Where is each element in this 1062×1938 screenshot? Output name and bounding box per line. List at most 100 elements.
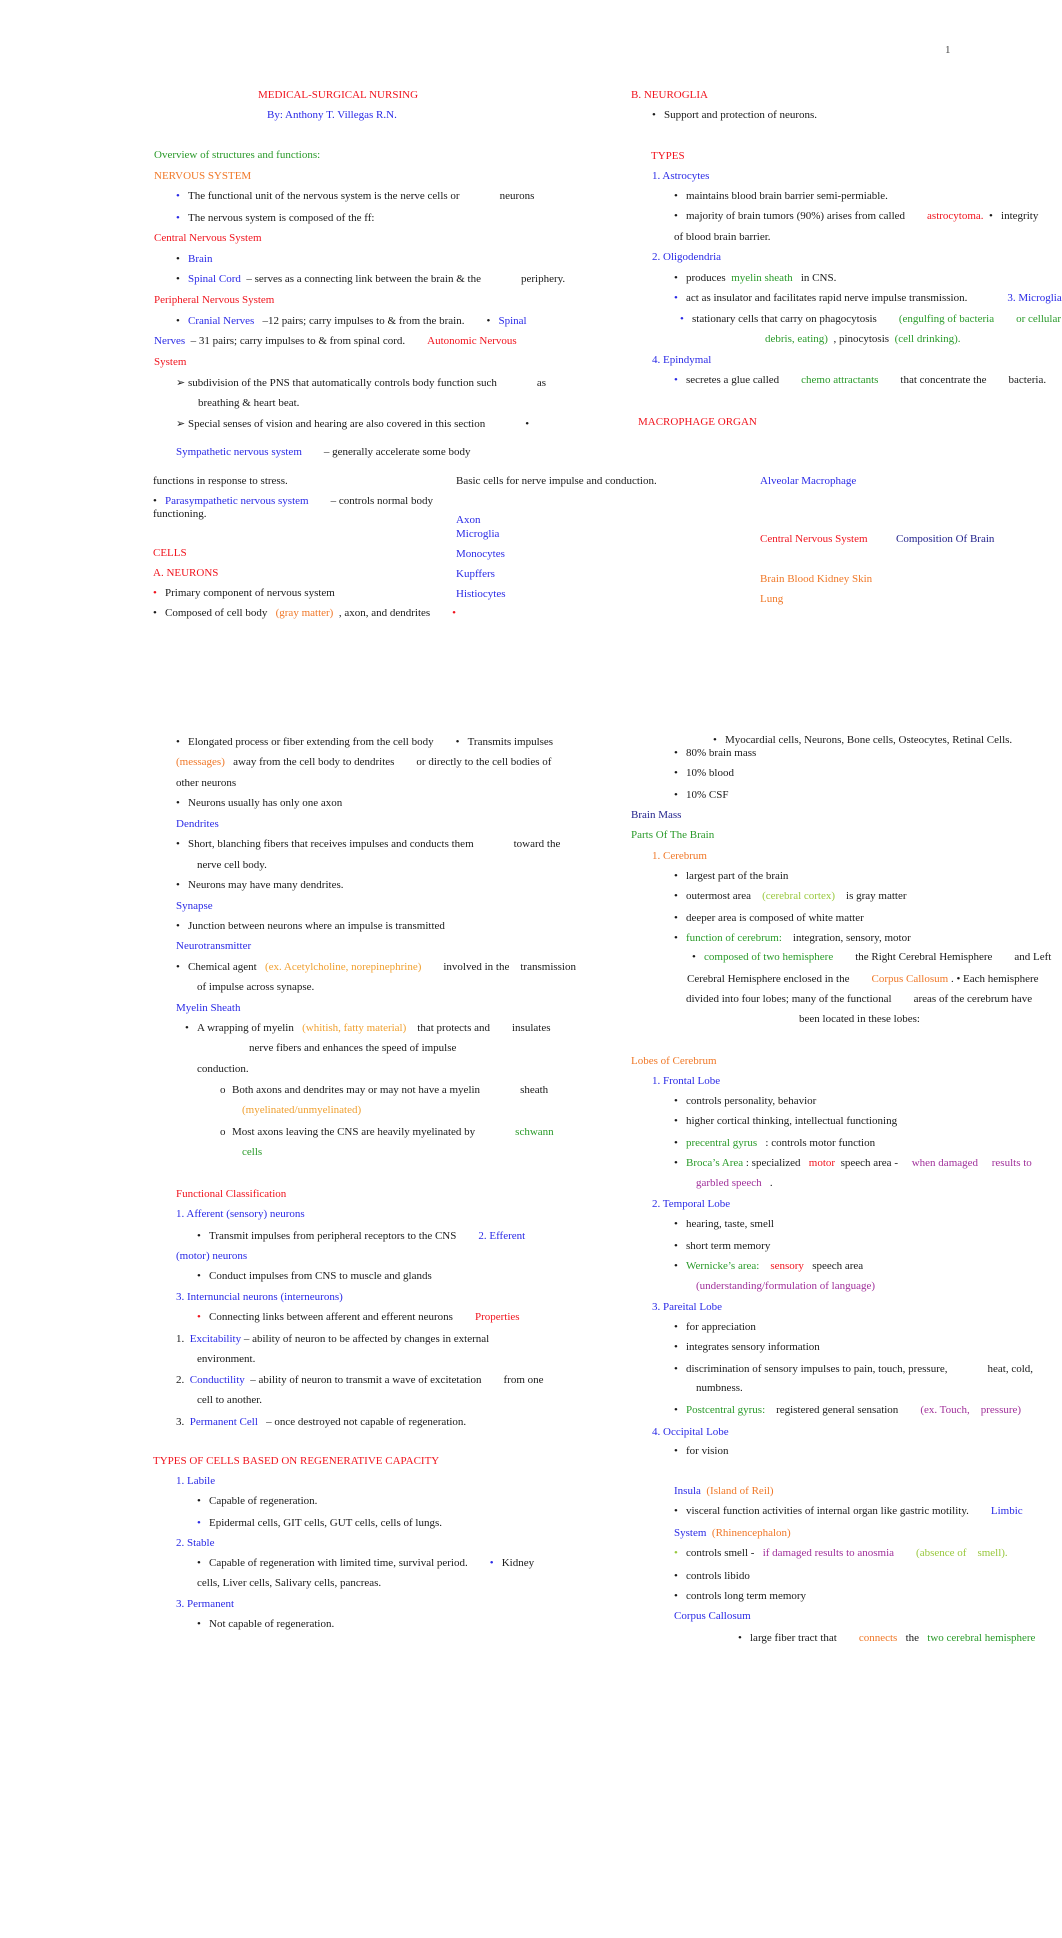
list-item: • controls libido [674, 1570, 750, 1582]
bullet-icon: • [674, 272, 678, 284]
list-item: • function of cerebrum: integration, sens… [674, 932, 911, 944]
bullet-icon: • [692, 951, 696, 963]
document-author: By: Anthony T. Villegas R.N. [267, 109, 397, 121]
astrocytes-heading: 1. Astrocytes [652, 170, 710, 182]
list-item: • Chemical agent (ex. Acetylcholine, nore… [176, 961, 576, 973]
list-item: • large fiber tract that connects the two … [738, 1632, 1036, 1644]
bullet-icon: • [674, 1590, 678, 1602]
list-item: • outermost area (cerebral cortex) is gra… [674, 890, 907, 902]
monocytes-label: Monocytes [456, 548, 505, 560]
list-item: • deeper area is composed of white matter [674, 912, 864, 924]
organs-label: Brain Blood Kidney Skin [760, 573, 873, 585]
sub-list-item: o Most axons leaving the CNS are heavily … [220, 1126, 554, 1138]
lobes-heading: Lobes of Cerebrum [631, 1055, 717, 1067]
list-item: • 10% blood [674, 767, 734, 779]
overview-heading: Overview of structures and functions: [154, 149, 321, 161]
limbic-system-heading: System (Rhinencephalon) [674, 1527, 791, 1539]
regenerative-capacity-heading: TYPES OF CELLS BASED ON REGENERATIVE CAP… [153, 1455, 440, 1467]
list-item: • for appreciation [674, 1321, 756, 1333]
list-item: • Short, blanching fibers that receives i… [176, 838, 561, 850]
list-item: ➢ subdivision of the PNS that automatical… [176, 377, 547, 389]
afferent-heading: 1. Afferent (sensory) neurons [176, 1208, 305, 1220]
list-item: • The nervous system is composed of the f… [176, 212, 375, 224]
bullet-icon: • [674, 1570, 678, 1582]
bullet-icon: • [176, 961, 180, 973]
bullet-icon: • [176, 212, 180, 224]
dendrites-heading: Dendrites [176, 818, 219, 830]
bullet-icon: • [153, 607, 157, 619]
list-item-continued: divided into four lobes; many of the fun… [686, 993, 1033, 1005]
insula-heading: Insula (Island of Reil) [674, 1485, 774, 1497]
list-item: • Support and protection of neurons. [652, 109, 818, 121]
bullet-icon: • [674, 190, 678, 202]
list-item: • integrates sensory information [674, 1341, 820, 1353]
list-item: • controls long term memory [674, 1590, 807, 1602]
bullet-icon: • [674, 747, 678, 759]
list-item: • Conduct impulses from CNS to muscle and… [197, 1270, 432, 1282]
sub-list-item: o Both axons and dendrites may or may not… [220, 1084, 549, 1096]
microglia-label: Microglia [456, 528, 500, 540]
arrow-bullet-icon: ➢ [176, 418, 186, 430]
list-item: • Broca’s Area : specialized motor speech… [674, 1157, 1032, 1169]
circle-bullet-icon: o [220, 1126, 226, 1138]
bullet-icon: • [176, 315, 180, 327]
parietal-lobe-heading: 3. Pareital Lobe [652, 1301, 722, 1313]
list-item-continued: Cerebral Hemisphere enclosed in the Corpu… [687, 973, 1039, 985]
list-item: • Spinal Cord – serves as a connecting li… [176, 273, 566, 285]
bullet-icon: • [197, 1517, 201, 1529]
types-heading: TYPES [651, 150, 685, 162]
bullet-icon: • [674, 1363, 678, 1375]
list-item-continued: conduction. [197, 1063, 249, 1075]
numbered-item: 1. Excitability – ability of neuron to b… [176, 1333, 490, 1345]
myelin-sheath-heading: Myelin Sheath [176, 1002, 241, 1014]
bullet-icon: • [197, 1495, 201, 1507]
list-item-continued: garbled speech . [696, 1177, 773, 1189]
bullet-icon: • [674, 912, 678, 924]
list-item: Nerves – 31 pairs; carry impulses to & f… [154, 335, 517, 347]
bullet-icon: • [674, 1115, 678, 1127]
circle-bullet-icon: o [220, 1084, 226, 1096]
bullet-icon: • [674, 1321, 678, 1333]
cns-label: Central Nervous System [760, 533, 868, 545]
bullet-icon: • [674, 1157, 678, 1169]
list-item: • secretes a glue called chemo attractants… [674, 374, 1047, 386]
bullet-icon: • [197, 1618, 201, 1630]
list-item: • controls smell - if damaged results to … [674, 1547, 1008, 1559]
bullet-icon: • [652, 109, 656, 121]
list-item: • Not capable of regeneration. [197, 1618, 335, 1630]
list-item-continued: been located in these lobes: [799, 1013, 920, 1025]
list-item: • The functional unit of the nervous syst… [176, 190, 535, 202]
pns-heading: Peripheral Nervous System [154, 294, 275, 306]
list-item-continued: nerve fibers and enhances the speed of i… [249, 1042, 457, 1054]
bullet-icon: • [674, 374, 678, 386]
list-item-continued: other neurons [176, 777, 237, 789]
list-item: • Elongated process or fiber extending fr… [176, 736, 554, 748]
list-item: • stationary cells that carry on phagocyt… [680, 313, 1062, 325]
list-item: • discrimination of sensory impulses to p… [674, 1363, 1034, 1375]
list-item: • Capable of regeneration with limited ti… [197, 1557, 535, 1569]
alveolar-macrophage-label: Alveolar Macrophage [760, 475, 857, 487]
list-item-continued: (messages) away from the cell body to de… [176, 756, 552, 768]
list-item: • Neurons usually has only one axon [176, 797, 343, 809]
bullet-icon: • [674, 890, 678, 902]
bullet-icon: • [197, 1557, 201, 1569]
cerebrum-heading: 1. Cerebrum [652, 850, 707, 862]
list-item: • largest part of the brain [674, 870, 789, 882]
bullet-icon: • [176, 253, 180, 265]
bullet-icon: • [674, 932, 678, 944]
list-item-continued: numbness. [696, 1382, 743, 1394]
list-item: • act as insulator and facilitates rapid … [674, 292, 1062, 304]
ans-heading: System [154, 356, 187, 368]
list-item-continued: (understanding/formulation of language) [696, 1280, 876, 1292]
list-item: • composed of two hemisphere the Right Cer… [692, 951, 1052, 963]
page-number: 1 [945, 44, 951, 56]
bullet-icon: • [674, 1505, 678, 1517]
list-item: • majority of brain tumors (90%) arises f… [674, 210, 1039, 222]
nervous-system-heading: NERVOUS SYSTEM [154, 170, 252, 182]
list-item: • Transmit impulses from peripheral recep… [197, 1230, 526, 1242]
bullet-icon: • [674, 1240, 678, 1252]
cells-heading: CELLS [153, 547, 187, 559]
bullet-icon: • [176, 736, 180, 748]
bullet-icon: • [197, 1230, 201, 1242]
bullet-icon: • [197, 1270, 201, 1282]
